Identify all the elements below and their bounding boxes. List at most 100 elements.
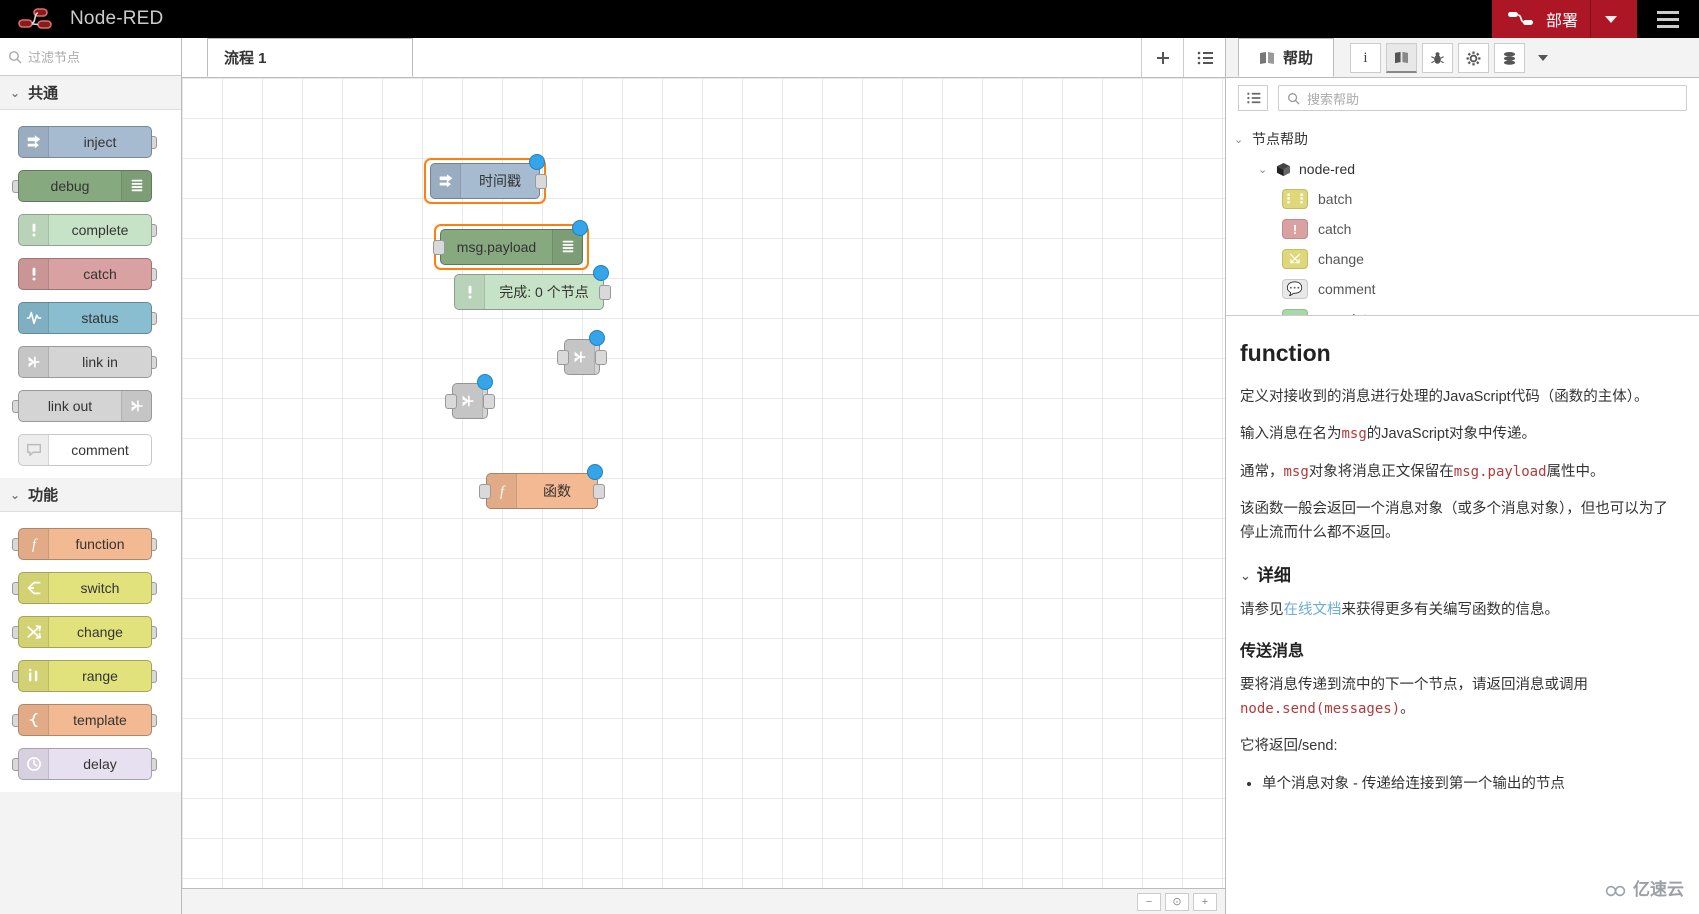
cloud-icon xyxy=(1605,884,1627,898)
palette-node-label: complete xyxy=(71,222,129,238)
palette-node-label: inject xyxy=(83,134,117,150)
palette-node-switch[interactable]: switch xyxy=(0,566,181,610)
inject-node[interactable]: 时间戳 xyxy=(430,163,540,199)
complete-node-icon: ! xyxy=(1282,309,1308,315)
node-input-port[interactable] xyxy=(479,484,491,499)
palette-node-catch[interactable]: catch xyxy=(0,252,181,296)
palette-node-body[interactable]: f function xyxy=(18,528,152,560)
tree-root-node-help[interactable]: ⌄ 节点帮助 xyxy=(1226,124,1699,154)
search-icon xyxy=(8,50,22,64)
tree-item-catch[interactable]: ! catch xyxy=(1226,214,1699,244)
debug-tab-icon[interactable] xyxy=(1422,43,1454,73)
node-changed-indicator xyxy=(529,154,545,170)
help-list-button[interactable] xyxy=(1238,85,1268,111)
config-tab-icon[interactable] xyxy=(1458,43,1490,73)
palette-node-delay[interactable]: delay xyxy=(0,742,181,786)
palette-node-body[interactable]: status xyxy=(18,302,152,334)
tree-item-comment[interactable]: 💬 comment xyxy=(1226,274,1699,304)
palette-sidebar: 过滤节点 ⌄ 共通 inject debug complete catch statu… xyxy=(0,38,182,914)
add-flow-button[interactable] xyxy=(1141,38,1183,77)
node-output-port[interactable] xyxy=(483,394,495,409)
online-docs-link[interactable]: 在线文档 xyxy=(1284,602,1342,618)
deploy-node-icon xyxy=(1507,11,1536,27)
palette-node-body[interactable]: complete xyxy=(18,214,152,246)
palette-search-placeholder: 过滤节点 xyxy=(28,50,81,65)
palette-node-comment[interactable]: comment xyxy=(0,428,181,472)
palette-search-input[interactable]: 过滤节点 xyxy=(0,38,181,76)
flow-tab-1[interactable]: 流程 1 xyxy=(207,38,413,77)
palette-node-range[interactable]: range xyxy=(0,654,181,698)
palette-node-body[interactable]: switch xyxy=(18,572,152,604)
flow-tabbar: 流程 1 xyxy=(182,38,1225,78)
palette-node-body[interactable]: range xyxy=(18,660,152,692)
sidebar-tab-help[interactable]: 帮助 xyxy=(1238,38,1335,77)
chevron-down-icon: ⌄ xyxy=(1234,133,1244,146)
palette-category-功能[interactable]: ⌄ 功能 xyxy=(0,478,181,512)
palette-node-status[interactable]: status xyxy=(0,296,181,340)
more-tabs-icon[interactable] xyxy=(1530,43,1556,73)
palette-node-inject[interactable]: inject xyxy=(0,120,181,164)
node-output-port[interactable] xyxy=(595,350,607,365)
tree-item-complete[interactable]: ! complete xyxy=(1226,304,1699,315)
palette-node-function[interactable]: f function xyxy=(0,522,181,566)
chevron-down-icon[interactable] xyxy=(1605,15,1617,23)
sidebar-tabbar: 帮助 i xyxy=(1226,38,1699,78)
comment-node-icon: 💬 xyxy=(1282,279,1308,299)
palette-node-complete[interactable]: complete xyxy=(0,208,181,252)
palette-node-body[interactable]: inject xyxy=(18,126,152,158)
change-node-icon: ⤩ xyxy=(1282,249,1308,269)
sidebar-tab-icons: i xyxy=(1350,43,1556,77)
palette-node-body[interactable]: delay xyxy=(18,748,152,780)
help-bullet-list: 单个消息对象 - 传递给连接到第一个输出的节点 xyxy=(1262,772,1679,796)
info-tab-icon[interactable]: i xyxy=(1350,43,1382,73)
palette-node-label: debug xyxy=(50,178,90,194)
help-send-pre: 要将消息传递到流中的下一个节点，请返回消息或调用 xyxy=(1240,676,1588,693)
zoom-out-button[interactable]: − xyxy=(1137,892,1161,911)
palette-category-共通[interactable]: ⌄ 共通 xyxy=(0,76,181,110)
help-paragraph-3: 通常，msg对象将消息正文保留在msg.payload属性中。 xyxy=(1240,460,1679,485)
zoom-reset-button[interactable]: ⊙ xyxy=(1165,892,1189,911)
palette-node-link-out[interactable]: link out xyxy=(0,384,181,428)
flow-tab-label: 流程 1 xyxy=(224,50,267,67)
flow-canvas[interactable]: 时间戳 msg.payload 完成: 0 个节点 f 函数 xyxy=(182,78,1225,914)
tree-item-change[interactable]: ⤩ change xyxy=(1226,244,1699,274)
node-input-port[interactable] xyxy=(445,394,457,409)
palette-node-body[interactable]: link in xyxy=(18,346,152,378)
tabbar-buttons xyxy=(1141,38,1225,77)
node-output-port[interactable] xyxy=(599,285,611,300)
function-node[interactable]: f 函数 xyxy=(486,473,598,509)
palette-node-template[interactable]: template xyxy=(0,698,181,742)
debug-node[interactable]: msg.payload xyxy=(440,229,583,265)
exclamation-icon xyxy=(19,259,49,289)
tree-package-node-red[interactable]: ⌄ node-red xyxy=(1226,154,1699,184)
zoom-in-button[interactable]: + xyxy=(1193,892,1217,911)
complete-node[interactable]: 完成: 0 个节点 xyxy=(454,274,604,310)
help-detail-heading[interactable]: ⌄ 详细 xyxy=(1240,562,1679,591)
help-tab-icon[interactable] xyxy=(1386,43,1418,73)
palette-node-body[interactable]: template xyxy=(18,704,152,736)
node-red-logo-icon xyxy=(18,8,60,30)
palette-node-debug[interactable]: debug xyxy=(0,164,181,208)
palette-node-body[interactable]: change xyxy=(18,616,152,648)
palette-node-label: change xyxy=(77,624,123,640)
deploy-button[interactable]: 部署 xyxy=(1491,0,1637,38)
node-input-port[interactable] xyxy=(433,240,445,255)
node-output-port[interactable] xyxy=(593,484,605,499)
context-tab-icon[interactable] xyxy=(1494,43,1526,73)
main-menu-button[interactable] xyxy=(1637,0,1699,38)
palette-node-link-in[interactable]: link in xyxy=(0,340,181,384)
canvas-node-label: 完成: 0 个节点 xyxy=(499,284,589,300)
palette-node-body[interactable]: link out xyxy=(18,390,152,422)
palette-node-change[interactable]: change xyxy=(0,610,181,654)
workspace-area: 流程 1 时间戳 msg.payload 完成: 0 个节点 f 函数 − ⊙ … xyxy=(182,38,1225,914)
help-search-input[interactable]: 搜索帮助 xyxy=(1278,85,1687,111)
palette-node-body[interactable]: comment xyxy=(18,434,152,466)
palette-node-body[interactable]: catch xyxy=(18,258,152,290)
help-title: function xyxy=(1240,340,1331,366)
tree-item-batch[interactable]: ⋮⋮ batch xyxy=(1226,184,1699,214)
node-input-port[interactable] xyxy=(557,350,569,365)
list-flows-button[interactable] xyxy=(1183,38,1225,77)
palette-node-body[interactable]: debug xyxy=(18,170,152,202)
node-output-port[interactable] xyxy=(535,174,547,189)
help-send-paragraph: 要将消息传递到流中的下一个节点，请返回消息或调用 node.send(messag… xyxy=(1240,673,1679,722)
